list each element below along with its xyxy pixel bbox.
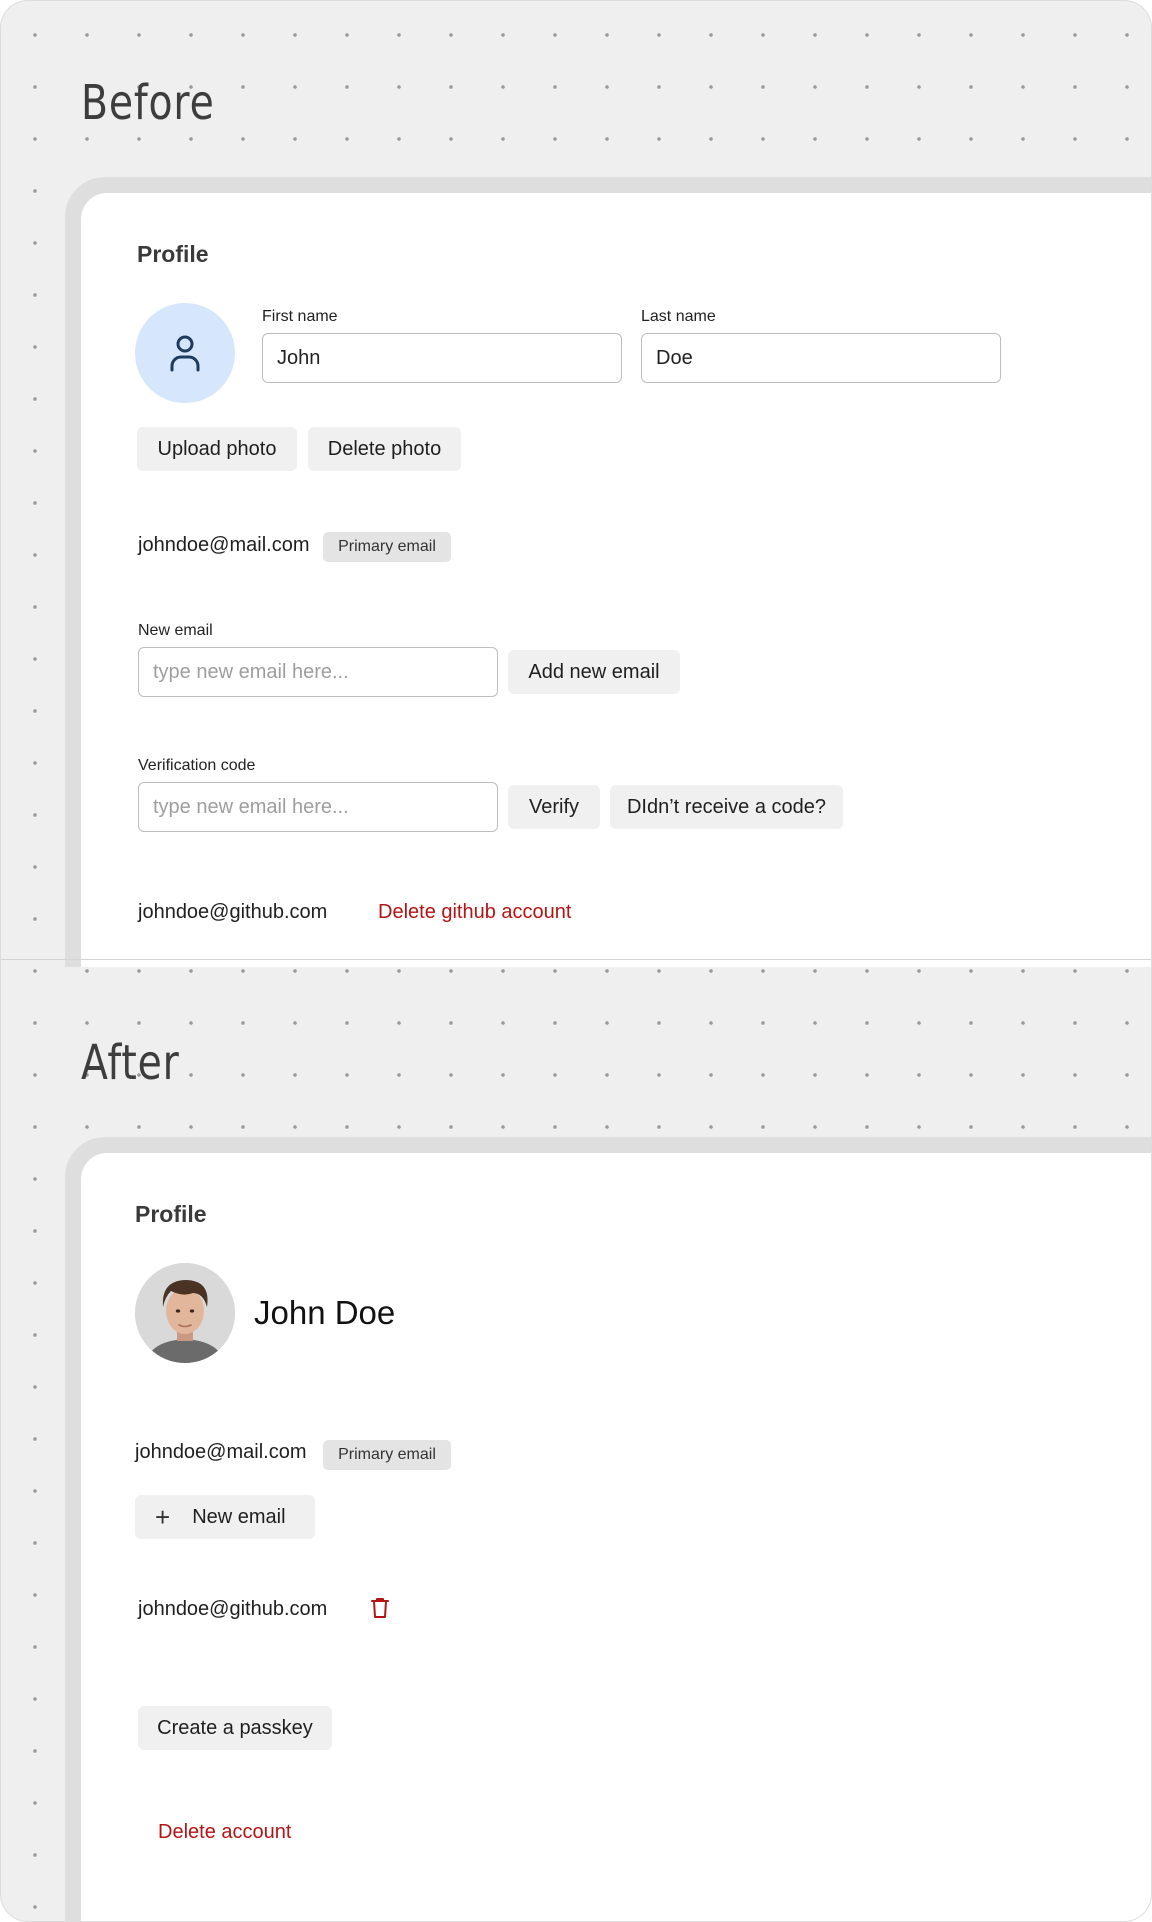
trash-icon[interactable] xyxy=(371,1597,389,1624)
new-email-label: New email xyxy=(138,622,213,639)
avatar-photo[interactable] xyxy=(135,1263,235,1363)
after-profile-panel: Profile John Doe johndoe@mail.com Primar… xyxy=(81,1153,1151,1921)
create-passkey-button[interactable]: Create a passkey xyxy=(138,1706,332,1750)
verification-code-input[interactable] xyxy=(138,782,498,832)
section-divider xyxy=(1,959,1151,960)
primary-email-badge: Primary email xyxy=(323,1440,451,1470)
last-name-input[interactable] xyxy=(641,333,1001,383)
new-email-input[interactable] xyxy=(138,647,498,697)
display-name: John Doe xyxy=(254,1294,396,1331)
resend-code-button[interactable]: DIdn’t receive a code? xyxy=(610,785,843,829)
profile-title: Profile xyxy=(135,1201,207,1227)
avatar-placeholder[interactable] xyxy=(135,303,235,403)
comparison-board: Before Profile First name Last name Uplo… xyxy=(0,0,1152,1922)
avatar-image xyxy=(135,1263,235,1363)
add-new-email-button[interactable]: Add new email xyxy=(508,650,680,694)
after-label: After xyxy=(81,1035,180,1091)
first-name-label: First name xyxy=(262,308,338,325)
delete-github-account-link[interactable]: Delete github account xyxy=(378,901,571,924)
primary-email-badge: Primary email xyxy=(323,532,451,562)
before-profile-panel: Profile First name Last name Upload phot… xyxy=(81,193,1151,967)
last-name-label: Last name xyxy=(641,308,716,325)
delete-photo-button[interactable]: Delete photo xyxy=(308,427,461,471)
primary-email-text: johndoe@mail.com xyxy=(138,534,310,556)
delete-account-link[interactable]: Delete account xyxy=(158,1821,291,1844)
profile-title: Profile xyxy=(137,241,209,267)
after-frame: Profile John Doe johndoe@mail.com Primar… xyxy=(65,1137,1151,1921)
plus-icon: + xyxy=(155,1502,171,1532)
new-email-button-label: New email xyxy=(192,1505,286,1528)
verify-button[interactable]: Verify xyxy=(508,785,600,829)
primary-email-text: johndoe@mail.com xyxy=(135,1441,307,1463)
new-email-button[interactable]: + New email xyxy=(135,1495,315,1539)
github-email-text: johndoe@github.com xyxy=(138,901,328,923)
verification-code-label: Verification code xyxy=(138,757,256,774)
first-name-input[interactable] xyxy=(262,333,622,383)
user-icon xyxy=(170,335,200,372)
before-label: Before xyxy=(81,75,215,131)
before-frame: Profile First name Last name Upload phot… xyxy=(65,177,1151,967)
upload-photo-button[interactable]: Upload photo xyxy=(137,427,297,471)
github-email-text: johndoe@github.com xyxy=(138,1598,328,1620)
